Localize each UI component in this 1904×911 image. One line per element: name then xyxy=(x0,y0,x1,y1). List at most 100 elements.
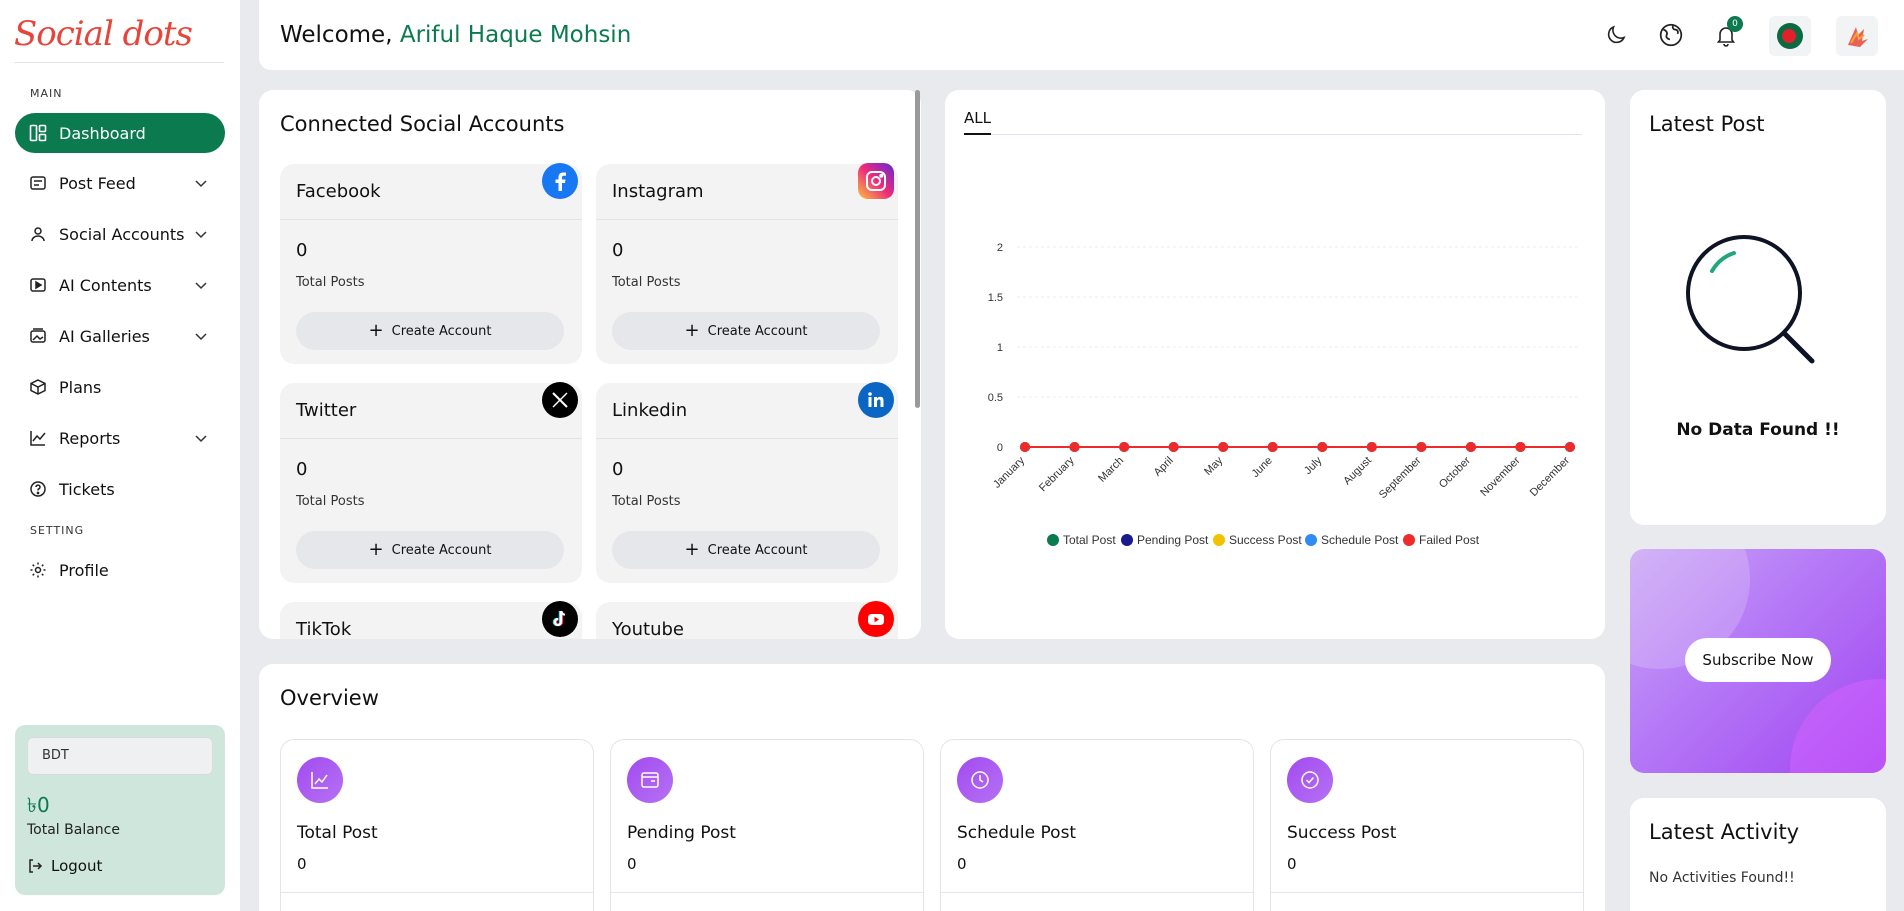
data-point xyxy=(1565,442,1575,452)
account-name: Instagram xyxy=(612,181,704,202)
sidebar-item-plans[interactable]: Plans xyxy=(15,367,225,407)
subscribe-banner: Subscribe Now xyxy=(1630,549,1886,773)
x-tick-label: January xyxy=(991,454,1028,491)
overview-label: Success Post xyxy=(1287,823,1397,843)
account-card-facebook: Facebook 0 Total Posts + Create Account xyxy=(280,164,582,364)
sidebar-item-label: AI Galleries xyxy=(59,326,150,346)
sidebar-item-label: Tickets xyxy=(59,479,115,499)
divider xyxy=(941,892,1253,893)
legend-label: Pending Post xyxy=(1137,533,1209,547)
balance-amount: ৳0 xyxy=(27,793,50,817)
overview-card-total-post: Total Post 0 xyxy=(280,739,594,911)
account-count-label: Total Posts xyxy=(612,494,681,509)
data-point xyxy=(1317,442,1328,452)
notifications-button[interactable]: 0 xyxy=(1707,16,1745,54)
sidebar-item-ai-contents[interactable]: AI Contents xyxy=(15,265,225,305)
help-circle-icon xyxy=(29,480,47,498)
create-account-label: Create Account xyxy=(391,323,492,339)
account-card-youtube: Youtube xyxy=(596,602,898,639)
latest-post-card: Latest Post No Data Found !! xyxy=(1630,90,1886,525)
x-tick-label: August xyxy=(1341,455,1374,488)
plus-icon: + xyxy=(368,539,384,560)
legend-label: Schedule Post xyxy=(1321,533,1399,547)
legend-label: Failed Post xyxy=(1419,533,1480,547)
sidebar-item-ai-galleries[interactable]: AI Galleries xyxy=(15,316,225,356)
sidebar-item-post-feed[interactable]: Post Feed xyxy=(15,163,225,203)
tiktok-icon xyxy=(542,601,578,637)
overview-value: 0 xyxy=(627,855,637,873)
welcome-message: Welcome, Ariful Haque Mohsin xyxy=(280,22,631,48)
bangladesh-flag-icon xyxy=(1777,23,1803,49)
chevron-down-icon xyxy=(195,180,207,188)
subscribe-now-button[interactable]: Subscribe Now xyxy=(1685,638,1831,682)
sidebar-item-label: AI Contents xyxy=(59,275,152,295)
sidebar-item-social-accounts[interactable]: Social Accounts xyxy=(15,214,225,254)
x-tick-label: April xyxy=(1152,455,1176,479)
chart-line-icon xyxy=(29,429,47,447)
y-tick-label: 0 xyxy=(997,442,1003,454)
sidebar: Social dots MAIN Dashboard Post Feed Soc… xyxy=(0,0,240,911)
data-point xyxy=(1119,442,1130,452)
language-button[interactable] xyxy=(1652,16,1690,54)
data-point xyxy=(1267,442,1278,452)
scrollbar[interactable] xyxy=(915,90,920,408)
section-label-setting: SETTING xyxy=(30,524,85,537)
divider xyxy=(596,219,898,220)
app-logo[interactable]: Social dots xyxy=(14,14,193,54)
check-circle-icon xyxy=(1287,757,1333,803)
legend-marker xyxy=(1213,534,1225,546)
create-account-button[interactable]: + Create Account xyxy=(612,312,880,350)
users-icon xyxy=(29,225,47,243)
no-data-message: No Data Found !! xyxy=(1676,420,1840,440)
create-account-button[interactable]: + Create Account xyxy=(296,312,564,350)
account-card-instagram: Instagram 0 Total Posts + Create Account xyxy=(596,164,898,364)
x-tick-label: May xyxy=(1202,454,1226,478)
currency-select[interactable]: BDT xyxy=(27,737,213,775)
x-twitter-icon xyxy=(542,382,578,418)
sidebar-item-label: Plans xyxy=(59,377,102,397)
legend-marker xyxy=(1305,534,1317,546)
sidebar-item-profile[interactable]: Profile xyxy=(15,550,225,590)
x-tick-label: July xyxy=(1302,454,1325,477)
plus-icon: + xyxy=(684,320,700,341)
sidebar-item-label: Dashboard xyxy=(59,123,146,143)
sidebar-item-label: Reports xyxy=(59,428,121,448)
sidebar-item-label: Social Accounts xyxy=(59,224,185,244)
no-activities-message: No Activities Found!! xyxy=(1649,870,1795,886)
account-card-tiktok: TikTok xyxy=(280,602,582,639)
create-account-button[interactable]: + Create Account xyxy=(612,531,880,569)
country-flag-button[interactable] xyxy=(1769,16,1811,56)
logout-button[interactable]: Logout xyxy=(27,857,102,875)
chart-line-icon xyxy=(297,757,343,803)
y-tick-label: 0.5 xyxy=(988,392,1003,404)
plus-icon: + xyxy=(684,539,700,560)
user-avatar[interactable] xyxy=(1836,16,1878,56)
legend-label: Total Post xyxy=(1063,533,1116,547)
overview-label: Total Post xyxy=(297,823,378,843)
x-tick-label: November xyxy=(1478,454,1523,499)
dark-mode-toggle[interactable] xyxy=(1597,16,1635,54)
account-count-label: Total Posts xyxy=(612,275,681,290)
chevron-down-icon xyxy=(195,231,207,239)
box-icon xyxy=(29,378,47,396)
posts-chart-card: ALL 0 0.5 1 1.5 2 January February March April Ma… xyxy=(945,90,1605,639)
account-post-count: 0 xyxy=(612,240,624,261)
globe-icon xyxy=(1659,23,1683,47)
data-point xyxy=(1218,442,1229,452)
sidebar-item-dashboard[interactable]: Dashboard xyxy=(15,113,225,153)
account-name: TikTok xyxy=(296,619,352,639)
latest-activity-card: Latest Activity No Activities Found!! xyxy=(1630,798,1886,911)
data-point xyxy=(1069,442,1080,452)
sidebar-item-tickets[interactable]: Tickets xyxy=(15,469,225,509)
avatar-icon xyxy=(1848,27,1868,47)
divider xyxy=(611,892,923,893)
overview-value: 0 xyxy=(297,855,307,873)
create-account-label: Create Account xyxy=(707,323,808,339)
divider xyxy=(280,219,582,220)
overview-label: Pending Post xyxy=(627,823,736,843)
account-name: Linkedin xyxy=(612,400,688,421)
account-name: Youtube xyxy=(612,619,684,639)
sidebar-item-reports[interactable]: Reports xyxy=(15,418,225,458)
create-account-button[interactable]: + Create Account xyxy=(296,531,564,569)
latest-activity-title: Latest Activity xyxy=(1649,820,1800,844)
